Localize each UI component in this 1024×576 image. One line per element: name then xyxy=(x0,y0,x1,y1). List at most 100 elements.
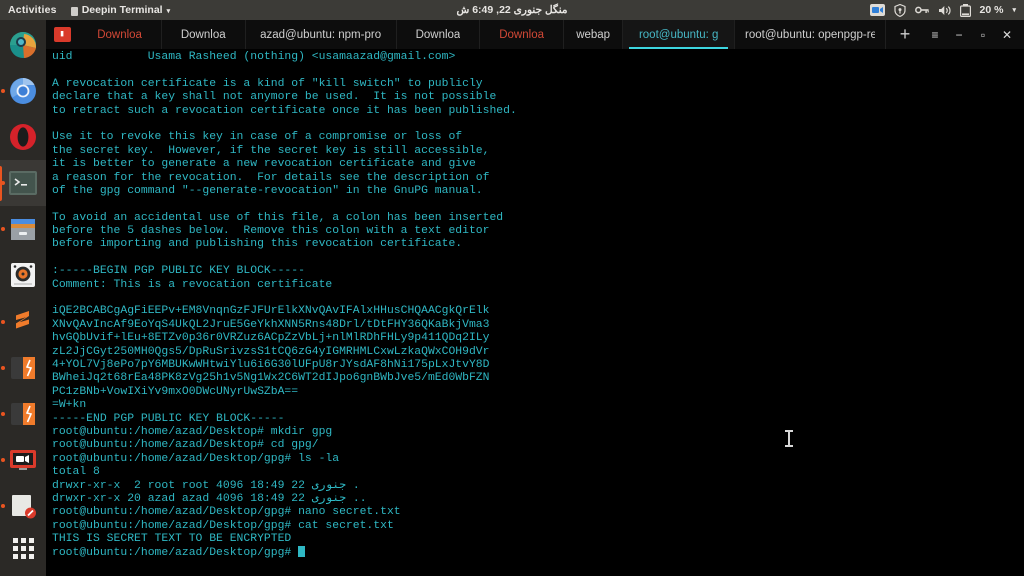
terminal-line-12: To avoid an accidental use of this file,… xyxy=(52,211,504,224)
terminal-line-32: drwxr-xr-x 2 root root 4096 جنوری 22 18:… xyxy=(52,479,360,492)
terminal-line-19: iQE2BCABCgAgFiEEPv+EM8VnqnGzFJFUrElkXNvQ… xyxy=(52,305,490,318)
terminal-line-10: of the gpg command "--generate-revocatio… xyxy=(52,184,483,197)
opera-icon xyxy=(10,124,36,151)
terminal-tab-7[interactable]: root@ubuntu: openpgp-rev xyxy=(735,20,887,49)
sublime-text-icon xyxy=(16,310,29,328)
terminal-tab-label: webap xyxy=(576,28,611,41)
terminal-tab-1[interactable]: Downloa xyxy=(162,20,246,49)
dock-item-files[interactable] xyxy=(0,206,46,252)
terminal-line-15 xyxy=(52,252,1024,265)
running-indicator-dot xyxy=(1,89,5,94)
terminal-line-26: =W+kn xyxy=(52,399,87,412)
terminal-tab-0[interactable]: Downloa xyxy=(78,20,162,49)
terminal-line-31: total 8 xyxy=(52,466,100,479)
activities-button[interactable]: Activities xyxy=(8,4,57,16)
minimize-button[interactable]: − xyxy=(948,20,970,49)
terminal-line-28: root@ubuntu:/home/azad/Desktop# mkdir gp… xyxy=(52,425,333,438)
notes-icon xyxy=(12,494,36,519)
rhythmbox-icon xyxy=(11,263,35,288)
screencast-record-icon[interactable] xyxy=(869,4,885,16)
terminal-tab-3[interactable]: Downloa xyxy=(397,20,481,49)
terminal-line-30: root@ubuntu:/home/azad/Desktop/gpg# ls -… xyxy=(52,452,340,465)
dock-item-sublime-text[interactable] xyxy=(0,298,46,344)
dock-item-sublime-merge[interactable] xyxy=(0,345,46,391)
terminal-tab-bar: ▮ Downloa Downloa azad@ubuntu: npm-pro Down… xyxy=(46,20,1024,49)
terminal-line-14: before importing and publishing this rev… xyxy=(52,238,463,251)
battery-percent-label: 20 % xyxy=(979,4,1004,16)
terminal-line-24: BWheiJq2t68rEa48PK8zVg25h1v5Ng1Wx2C6WT2d… xyxy=(52,372,490,385)
terminal-cursor xyxy=(298,546,306,558)
terminal-tab-label: root@ubuntu: openpgp-rev xyxy=(745,28,876,41)
system-menu-chevron-down-icon[interactable]: ▾ xyxy=(1012,6,1016,14)
terminal-line-21: hvGQbUvif+lEu+8ETZv0p36r0VRZuz6ACpZzVbLj… xyxy=(52,332,490,345)
terminal-tab-label: Downloa xyxy=(499,28,544,41)
window-menu-button[interactable]: ≡ xyxy=(924,20,946,49)
running-indicator-dot xyxy=(1,457,5,462)
desktop-screen: Activities Deepin Terminal ▾ منگل جنوری … xyxy=(0,0,1024,576)
terminal-line-11 xyxy=(52,198,1024,211)
terminal-tab-label: Downloa xyxy=(415,28,461,41)
terminal-line-5 xyxy=(52,118,1024,131)
files-icon xyxy=(11,219,35,241)
dock-item-screen-recorder[interactable] xyxy=(0,437,46,483)
terminal-line-0: uid Usama Rasheed (nothing) <usamaazad@g… xyxy=(52,51,456,63)
top-bar-left: Activities Deepin Terminal ▾ xyxy=(8,4,170,16)
terminal-line-29: root@ubuntu:/home/azad/Desktop# cd gpg/ xyxy=(52,439,319,452)
terminal-tabs: Downloa Downloa azad@ubuntu: npm-pro Downlo… xyxy=(78,20,887,49)
terminal-line-4: to retract such a revocation certificate… xyxy=(52,104,517,117)
terminal-line-1 xyxy=(52,64,1024,77)
dock-item-opera[interactable] xyxy=(0,114,46,160)
dock-item-notes[interactable] xyxy=(0,483,46,529)
terminal-line-27: -----END PGP PUBLIC KEY BLOCK----- xyxy=(52,412,285,425)
app-menu-icon xyxy=(70,6,78,16)
battery-icon[interactable] xyxy=(959,3,971,17)
new-tab-button[interactable]: + xyxy=(886,20,924,49)
terminal-line-9: a reason for the revocation. For details… xyxy=(52,171,490,184)
terminal-line-36: THIS IS SECRET TEXT TO BE ENCRYPTED xyxy=(52,533,292,546)
key-icon[interactable] xyxy=(914,5,929,15)
terminal-line-20: XNvQAvIncAf9EoYqS4UkQL2JruE5GeYkhXNN5Rns… xyxy=(52,318,490,331)
terminal-screen[interactable]: uid Usama Rasheed (nothing) <usamaazad@g… xyxy=(46,49,1024,576)
volume-icon[interactable] xyxy=(938,5,951,16)
app-menu-button[interactable]: Deepin Terminal ▾ xyxy=(70,4,170,16)
show-applications-button[interactable] xyxy=(0,529,46,568)
terminal-tab-2[interactable]: azad@ubuntu: npm-pro xyxy=(246,20,397,49)
screen-recorder-icon xyxy=(10,449,36,470)
terminal-logo-glyph: ▮ xyxy=(53,27,71,42)
dock-item-chrome[interactable] xyxy=(0,68,46,114)
close-button[interactable]: ✕ xyxy=(996,20,1018,49)
terminal-line-6: Use it to revoke this key in case of a c… xyxy=(52,131,463,144)
running-indicator-dot xyxy=(1,365,5,370)
terminal-tab-label: root@ubuntu: g xyxy=(638,28,719,41)
terminal-tab-4[interactable]: Downloa xyxy=(480,20,564,49)
dock-item-terminal[interactable] xyxy=(0,160,46,207)
shield-icon[interactable] xyxy=(893,3,906,17)
clock-button[interactable]: منگل جنوری 22, 6:49 ش xyxy=(382,4,642,16)
terminal-icon xyxy=(9,171,37,196)
gnome-top-bar: Activities Deepin Terminal ▾ منگل جنوری … xyxy=(0,0,1024,20)
terminal-line-33: drwxr-xr-x 20 azad azad 4096 جنوری 22 18… xyxy=(52,492,367,505)
terminal-line-16: :-----BEGIN PGP PUBLIC KEY BLOCK----- xyxy=(52,265,305,278)
terminal-line-8: it is better to generate a new revocatio… xyxy=(52,158,476,171)
terminal-line-18 xyxy=(52,292,1024,305)
terminal-line-23: 4+YOL7Vj8ePo7pY6MBUKwWHtwiYlu6i6G30lUFpU… xyxy=(52,358,490,371)
dock-item-sublime-merge-2[interactable] xyxy=(0,391,46,437)
running-indicator-dot xyxy=(1,503,5,508)
terminal-tab-6[interactable]: root@ubuntu: g xyxy=(623,20,736,49)
terminal-line-3: declare that a key shall not anymore be … xyxy=(52,91,497,104)
terminal-app-icon: ▮ xyxy=(46,20,78,49)
terminal-line-22: zL2JjCGyt250MH0Qgs5/DpRuSrivzsS1tCQ6zG4y… xyxy=(52,345,490,358)
terminal-line-13: before the 5 dashes below. Remove this c… xyxy=(52,225,490,238)
dock-item-firefox[interactable] xyxy=(0,22,46,68)
sublime-merge-icon xyxy=(11,356,35,379)
terminal-output: uid Usama Rasheed (nothing) <usamaazad@g… xyxy=(52,51,1024,560)
running-indicator-dot xyxy=(1,319,5,324)
terminal-prompt: root@ubuntu:/home/azad/Desktop/gpg# xyxy=(52,547,299,560)
ubuntu-dock xyxy=(0,20,46,576)
window-controls: ≡ − ▫ ✕ xyxy=(924,20,1024,49)
dock-item-rhythmbox[interactable] xyxy=(0,252,46,298)
terminal-line-35: root@ubuntu:/home/azad/Desktop/gpg# cat … xyxy=(52,519,394,532)
maximize-button[interactable]: ▫ xyxy=(972,20,994,49)
firefox-icon xyxy=(10,32,37,59)
terminal-tab-5[interactable]: webap xyxy=(564,20,624,49)
